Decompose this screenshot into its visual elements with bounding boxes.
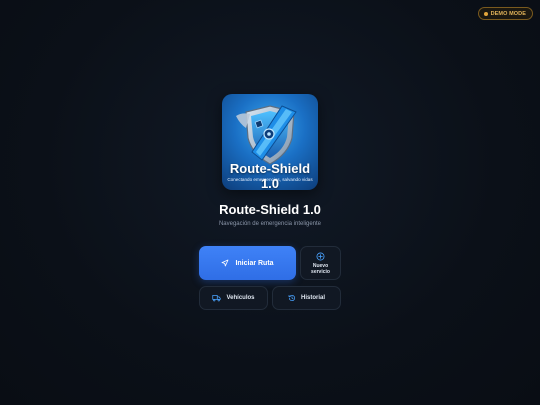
logo-tagline: Conectando emergencias, salvando vidas: [227, 177, 313, 182]
vehicles-button[interactable]: Vehículos: [199, 286, 268, 310]
vehicles-label: Vehículos: [226, 295, 255, 301]
demo-mode-label: DEMO MODE: [490, 10, 526, 17]
history-button[interactable]: Historial: [272, 286, 341, 310]
plus-circle-icon: [316, 252, 325, 261]
page-subtitle: Navegación de emergencia inteligente: [218, 221, 322, 227]
history-label: Historial: [300, 295, 325, 301]
history-clock-icon: [288, 294, 296, 302]
new-service-label: Nuevo servicio: [311, 263, 330, 275]
navigation-arrow-icon: [221, 259, 229, 267]
status-dot-icon: [483, 11, 488, 16]
app-logo: Route-Shield 1.0 Conectando emergencias,…: [222, 94, 318, 190]
logo-title: Route-Shield 1.0: [229, 161, 311, 190]
start-route-button[interactable]: Iniciar Ruta: [199, 246, 296, 280]
demo-mode-badge: DEMO MODE: [477, 7, 533, 20]
new-service-label-line2: servicio: [311, 268, 330, 275]
app-screen: DEMO MODE Route-Shield 1.0 Conectando em…: [0, 0, 540, 405]
truck-icon: [212, 294, 222, 302]
page-title: Route-Shield 1.0: [219, 202, 321, 217]
start-route-label: Iniciar Ruta: [235, 259, 274, 267]
new-service-button[interactable]: Nuevo servicio: [300, 246, 341, 280]
